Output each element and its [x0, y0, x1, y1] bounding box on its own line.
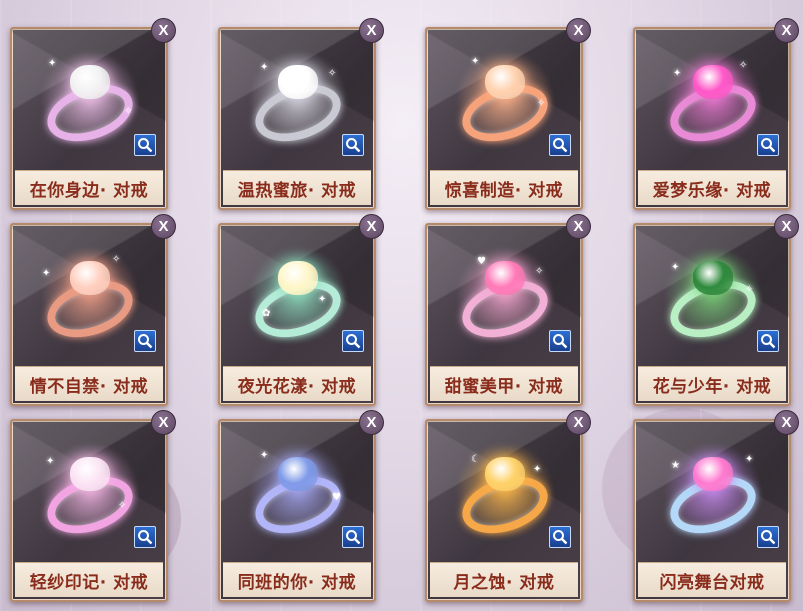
sparkle-icon: ✦ [673, 68, 682, 79]
ring-card[interactable]: ✦ ✧ X 轻纱印记· 对戒 [10, 410, 176, 602]
sparkle-icon: ♥ [477, 256, 486, 267]
sparkle-icon: ✦ [745, 454, 754, 465]
zoom-button[interactable] [342, 134, 364, 156]
sparkle-icon: ✦ [671, 262, 680, 273]
ring-gem [485, 457, 525, 491]
ring-gem [693, 261, 733, 295]
ring-name: 花与少年· 对戒 [638, 366, 786, 401]
magnifier-icon [553, 530, 568, 545]
ring-gem [70, 65, 110, 99]
sparkle-icon: ✧ [745, 284, 754, 295]
sparkle-icon: ♥ [332, 492, 341, 503]
ring-card[interactable]: ✦ ✧ X 情不自禁· 对戒 [10, 214, 176, 406]
magnifier-icon [346, 334, 361, 349]
zoom-button[interactable] [134, 330, 156, 352]
sparkle-icon: ✧ [328, 68, 337, 79]
zoom-button[interactable] [757, 134, 779, 156]
ring-card[interactable]: ✦ ✧ X 惊喜制造· 对戒 [425, 18, 591, 210]
ring-gem [278, 65, 318, 99]
zoom-button[interactable] [134, 526, 156, 548]
zoom-button[interactable] [549, 330, 571, 352]
zoom-button[interactable] [134, 134, 156, 156]
close-button[interactable]: X [359, 410, 384, 435]
ring-card[interactable]: ✦ ✧ X 爱梦乐缘· 对戒 [633, 18, 799, 210]
close-button[interactable]: X [774, 214, 799, 239]
ring-name: 甜蜜美甲· 对戒 [430, 366, 578, 401]
magnifier-icon [761, 334, 776, 349]
sparkle-icon: ✦ [48, 58, 57, 69]
ring-name: 温热蜜旅· 对戒 [223, 170, 371, 205]
sparkle-icon: ✦ [533, 464, 542, 475]
close-button[interactable]: X [566, 18, 591, 43]
zoom-button[interactable] [342, 526, 364, 548]
sparkle-icon: ✧ [535, 266, 544, 277]
close-button[interactable]: X [151, 214, 176, 239]
ring-gem [70, 457, 110, 491]
ring-card[interactable]: ✦ ✧ X 花与少年· 对戒 [633, 214, 799, 406]
ring-card[interactable]: ☾ ✦ X 月之蚀· 对戒 [425, 410, 591, 602]
ring-name: 闪亮舞台对戒 [638, 562, 786, 597]
ring-name: 惊喜制造· 对戒 [430, 170, 578, 205]
ring-name: 同班的你· 对戒 [223, 562, 371, 597]
close-button[interactable]: X [774, 18, 799, 43]
ring-name: 夜光花漾· 对戒 [223, 366, 371, 401]
zoom-button[interactable] [549, 134, 571, 156]
ring-gem [693, 457, 733, 491]
magnifier-icon [138, 138, 153, 153]
zoom-button[interactable] [549, 526, 571, 548]
ring-card[interactable]: ✿ ✦ X 夜光花漾· 对戒 [218, 214, 384, 406]
zoom-button[interactable] [342, 330, 364, 352]
sparkle-icon: ✧ [112, 254, 121, 265]
close-button[interactable]: X [151, 410, 176, 435]
ring-name: 爱梦乐缘· 对戒 [638, 170, 786, 205]
sparkle-icon: ✦ [318, 294, 327, 305]
ring-name: 情不自禁· 对戒 [15, 366, 163, 401]
close-button[interactable]: X [774, 410, 799, 435]
sparkle-icon: ✧ [118, 500, 127, 511]
zoom-button[interactable] [757, 526, 779, 548]
sparkle-icon: ✦ [260, 62, 269, 73]
sparkle-icon: ✦ [260, 450, 269, 461]
ring-card[interactable]: ★ ✦ X 闪亮舞台对戒 [633, 410, 799, 602]
ring-card[interactable]: ♥ ✧ X 甜蜜美甲· 对戒 [425, 214, 591, 406]
ring-card[interactable]: ✦ ✧ X 在你身边· 对戒 [10, 18, 176, 210]
zoom-button[interactable] [757, 330, 779, 352]
ring-gem [278, 261, 318, 295]
sparkle-icon: ✧ [537, 98, 546, 109]
magnifier-icon [761, 138, 776, 153]
ring-gem [485, 261, 525, 295]
magnifier-icon [138, 334, 153, 349]
ring-card[interactable]: ✦ ♥ X 同班的你· 对戒 [218, 410, 384, 602]
sparkle-icon: ✿ [262, 308, 271, 319]
ring-gem [485, 65, 525, 99]
sparkle-icon: ✦ [46, 456, 55, 467]
ring-gem [693, 65, 733, 99]
ring-grid: ✦ ✧ X 在你身边· 对戒 ✦ ✧ X 温热蜜旅· 对戒 ✦ ✧ X 惊喜制造… [0, 0, 803, 611]
sparkle-icon: ✦ [471, 56, 480, 67]
close-button[interactable]: X [566, 214, 591, 239]
close-button[interactable]: X [359, 18, 384, 43]
sparkle-icon: ☾ [471, 454, 480, 465]
sparkle-icon: ★ [671, 460, 680, 471]
ring-gem [70, 261, 110, 295]
magnifier-icon [346, 530, 361, 545]
sparkle-icon: ✧ [739, 60, 748, 71]
ring-gem [278, 457, 318, 491]
sparkle-icon: ✦ [42, 268, 51, 279]
magnifier-icon [346, 138, 361, 153]
ring-name: 月之蚀· 对戒 [430, 562, 578, 597]
magnifier-icon [761, 530, 776, 545]
close-button[interactable]: X [566, 410, 591, 435]
ring-name: 在你身边· 对戒 [15, 170, 163, 205]
close-button[interactable]: X [151, 18, 176, 43]
close-button[interactable]: X [359, 214, 384, 239]
ring-card[interactable]: ✦ ✧ X 温热蜜旅· 对戒 [218, 18, 384, 210]
magnifier-icon [138, 530, 153, 545]
magnifier-icon [553, 138, 568, 153]
ring-name: 轻纱印记· 对戒 [15, 562, 163, 597]
sparkle-icon: ✧ [124, 106, 133, 117]
magnifier-icon [553, 334, 568, 349]
